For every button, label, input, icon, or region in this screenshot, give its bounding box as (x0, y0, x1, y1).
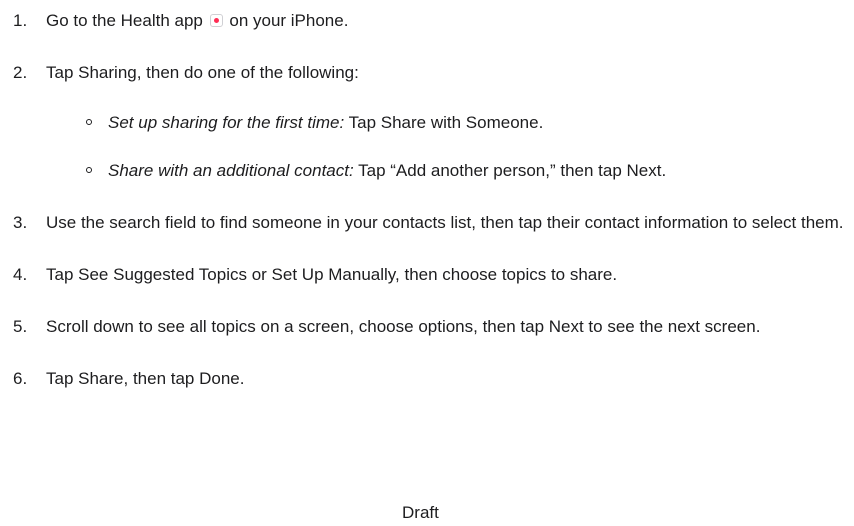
substep-lead: Set up sharing for the first time: (108, 113, 345, 132)
step-4: 4. Tap See Suggested Topics or Set Up Ma… (0, 262, 854, 288)
step-text: Tap Sharing, then do one of the followin… (46, 63, 359, 82)
step-2: 2. Tap Sharing, then do one of the follo… (0, 60, 854, 184)
step-5: 5. Scroll down to see all topics on a sc… (0, 314, 854, 340)
substep-text: Tap Share with Someone. (344, 113, 544, 132)
step-text: Use the search field to find someone in … (46, 213, 844, 232)
step-number: 6. (13, 369, 28, 388)
step-text: Go to the Health app (46, 11, 203, 30)
substep-additional-contact: Share with an additional contact: Tap “A… (46, 158, 846, 184)
step-number: 1. (13, 11, 28, 30)
hollow-bullet-icon (86, 119, 92, 125)
hollow-bullet-icon (86, 167, 92, 173)
step-number: 4. (13, 265, 28, 284)
health-app-icon (209, 14, 223, 27)
step-3: 3. Use the search field to find someone … (0, 210, 854, 236)
step-text: Scroll down to see all topics on a scree… (46, 317, 761, 336)
instruction-steps: 1. Go to the Health app on your iPhone. … (0, 8, 854, 418)
step-number: 2. (13, 63, 28, 82)
step-number: 3. (13, 213, 28, 232)
step-text: Tap See Suggested Topics or Set Up Manua… (46, 265, 618, 284)
step-text: Tap Share, then tap Done. (46, 369, 245, 388)
step-1: 1. Go to the Health app on your iPhone. (0, 8, 854, 34)
step-text: on your iPhone. (229, 11, 349, 30)
cut-off-text: Draft (402, 503, 439, 522)
substeps-list: Set up sharing for the first time: Tap S… (46, 110, 846, 184)
substep-first-time: Set up sharing for the first time: Tap S… (46, 110, 846, 136)
substep-text: Tap “Add another person,” then tap Next. (353, 161, 667, 180)
step-6: 6. Tap Share, then tap Done. (0, 366, 854, 392)
step-number: 5. (13, 317, 28, 336)
substep-lead: Share with an additional contact: (108, 161, 354, 180)
